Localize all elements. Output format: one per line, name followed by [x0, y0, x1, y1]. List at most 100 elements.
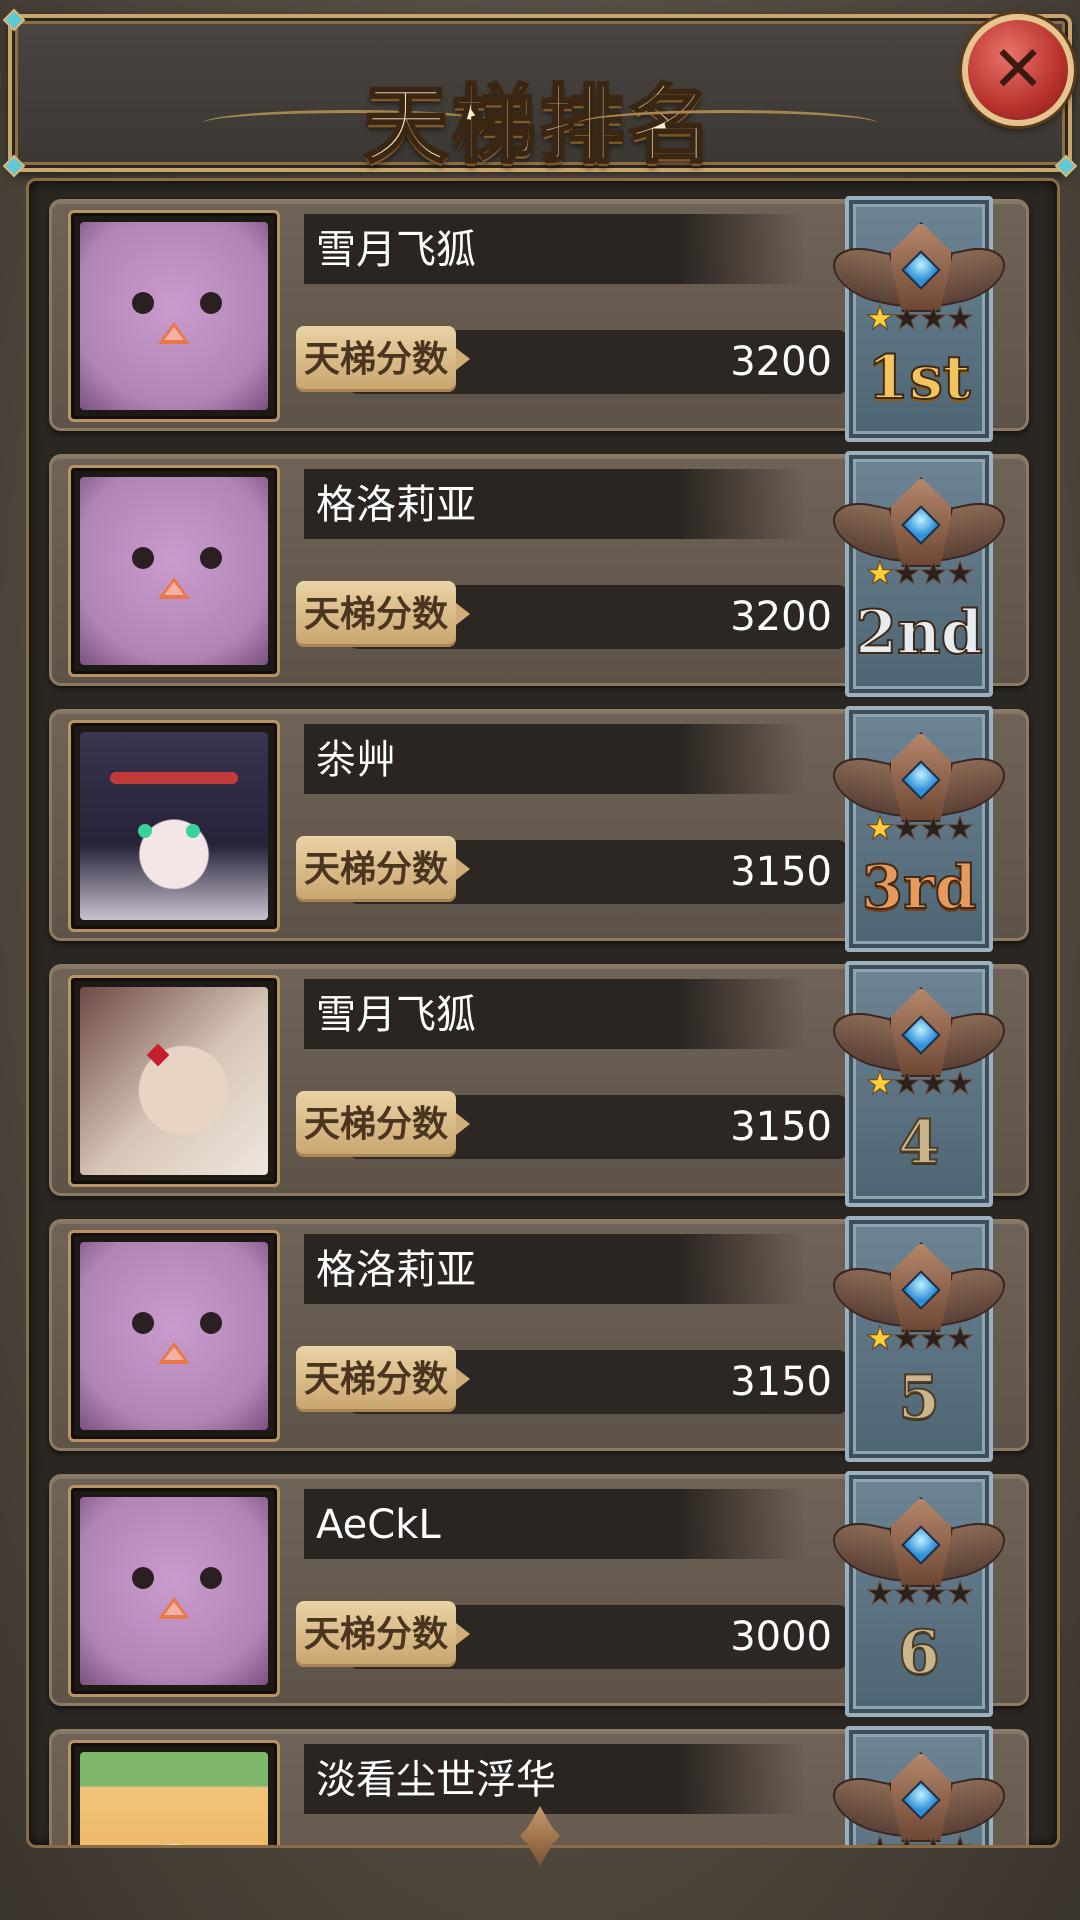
avatar-eye	[200, 1312, 222, 1334]
rank-panel: ★★★★ 6	[833, 1471, 1005, 1717]
star-icon: ★	[892, 1064, 922, 1102]
score-value: 3200	[730, 339, 832, 385]
star-icon: ★	[865, 1064, 895, 1102]
avatar-beak	[158, 577, 190, 599]
player-name: 格洛莉亚	[316, 1247, 476, 1293]
avatar-eye	[200, 547, 222, 569]
avatar-eye	[132, 292, 154, 314]
title-banner: 天梯排名	[2, 8, 1078, 178]
ranking-row[interactable]: 雪月飞狐 天梯分数 3200 ★★★★ 1st	[49, 196, 1029, 442]
star-icon: ★	[919, 1829, 949, 1848]
page-title: 天梯排名	[362, 74, 716, 176]
star-icon: ★	[945, 1829, 975, 1848]
player-name: 格洛莉亚	[316, 482, 476, 528]
star-icon: ★	[945, 299, 975, 337]
rank-number: 1st	[866, 342, 971, 414]
star-icon: ★	[865, 1829, 895, 1848]
score-label: 天梯分数	[296, 836, 470, 902]
score-label: 天梯分数	[296, 1091, 470, 1157]
ranking-row[interactable]: 雪月飞狐 天梯分数 3150 ★★★★ 4	[49, 961, 1029, 1207]
star-icon: ★	[865, 1574, 895, 1612]
avatar-frame[interactable]	[68, 1230, 280, 1442]
rank-panel: ★★★★ 2nd	[833, 451, 1005, 697]
avatar	[80, 1242, 268, 1430]
star-icon: ★	[892, 299, 922, 337]
score-value: 3150	[730, 849, 832, 895]
ranking-list-frame[interactable]: 雪月飞狐 天梯分数 3200 ★★★★ 1st 格洛莉亚 天梯分数 3200 ★…	[26, 178, 1060, 1848]
star-icon: ★	[919, 1574, 949, 1612]
ranking-row[interactable]: 尜艸 天梯分数 3150 ★★★★ 3rd	[49, 706, 1029, 952]
avatar-frame[interactable]	[68, 1740, 280, 1845]
star-icon: ★	[892, 554, 922, 592]
rank-panel: ★★★★ 4	[833, 961, 1005, 1207]
player-name: 淡看尘世浮华	[316, 1757, 556, 1803]
player-name: 雪月飞狐	[316, 227, 476, 273]
close-button[interactable]: ✕	[962, 14, 1074, 126]
avatar-frame[interactable]	[68, 975, 280, 1187]
star-icon: ★	[919, 1064, 949, 1102]
rank-badge-icon: ★★★★	[827, 732, 1011, 847]
avatar-frame[interactable]	[68, 210, 280, 422]
avatar-frame[interactable]	[68, 720, 280, 932]
ranking-row[interactable]: AeCkL 天梯分数 3000 ★★★★ 6	[49, 1471, 1029, 1717]
avatar	[80, 1752, 268, 1845]
ranking-row[interactable]: 格洛莉亚 天梯分数 3200 ★★★★ 2nd	[49, 451, 1029, 697]
star-icon: ★	[919, 809, 949, 847]
score-label: 天梯分数	[296, 326, 470, 392]
star-icon: ★	[892, 1319, 922, 1357]
avatar-beak	[158, 1342, 190, 1364]
avatar	[80, 732, 268, 920]
avatar-beak	[158, 1597, 190, 1619]
score-value: 3200	[730, 594, 832, 640]
avatar-beak	[158, 322, 190, 344]
rank-badge-icon: ★★★★	[827, 1497, 1011, 1612]
star-icon: ★	[945, 1064, 975, 1102]
rank-number: 3rd	[860, 852, 977, 924]
rank-stars: ★★★★	[837, 1574, 1001, 1612]
star-icon: ★	[892, 1829, 922, 1848]
rank-badge-icon: ★★★★	[827, 222, 1011, 337]
rank-panel: ★★★★ 5	[833, 1216, 1005, 1462]
star-icon: ★	[865, 299, 895, 337]
star-icon: ★	[865, 1319, 895, 1357]
score-label: 天梯分数	[296, 581, 470, 647]
avatar-frame[interactable]	[68, 1485, 280, 1697]
rank-number: 6	[897, 1617, 941, 1689]
score-label: 天梯分数	[296, 1601, 470, 1667]
star-icon: ★	[892, 1574, 922, 1612]
rank-stars: ★★★★	[837, 1064, 1001, 1102]
avatar-frame[interactable]	[68, 465, 280, 677]
avatar	[80, 477, 268, 665]
star-icon: ★	[919, 1319, 949, 1357]
close-icon: ✕	[991, 33, 1045, 107]
rank-number: 5	[897, 1362, 941, 1434]
star-icon: ★	[892, 809, 922, 847]
ranking-list: 雪月飞狐 天梯分数 3200 ★★★★ 1st 格洛莉亚 天梯分数 3200 ★…	[49, 196, 1029, 1848]
avatar-eye	[200, 292, 222, 314]
rank-badge-icon: ★★★★	[827, 987, 1011, 1102]
rank-stars: ★★★★	[837, 809, 1001, 847]
star-icon: ★	[945, 1319, 975, 1357]
rank-stars: ★★★★	[837, 554, 1001, 592]
rank-number: 4	[897, 1107, 941, 1179]
ranking-row[interactable]: 格洛莉亚 天梯分数 3150 ★★★★ 5	[49, 1216, 1029, 1462]
avatar-eye	[132, 1567, 154, 1589]
rank-stars: ★★★★	[837, 299, 1001, 337]
player-name: AeCkL	[316, 1502, 441, 1548]
score-value: 3150	[730, 1104, 832, 1150]
star-icon: ★	[945, 554, 975, 592]
score-value: 3150	[730, 1359, 832, 1405]
star-icon: ★	[919, 299, 949, 337]
rank-panel: ★★★★ 1st	[833, 196, 1005, 442]
star-icon: ★	[865, 809, 895, 847]
star-icon: ★	[919, 554, 949, 592]
avatar	[80, 222, 268, 410]
star-icon: ★	[945, 809, 975, 847]
avatar	[80, 987, 268, 1175]
score-value: 3000	[730, 1614, 832, 1660]
rank-badge-icon: ★★★★	[827, 1242, 1011, 1355]
rank-panel: ★★★★ 7	[833, 1726, 1005, 1848]
avatar	[80, 1497, 268, 1685]
star-icon: ★	[945, 1574, 975, 1612]
star-icon: ★	[865, 554, 895, 592]
